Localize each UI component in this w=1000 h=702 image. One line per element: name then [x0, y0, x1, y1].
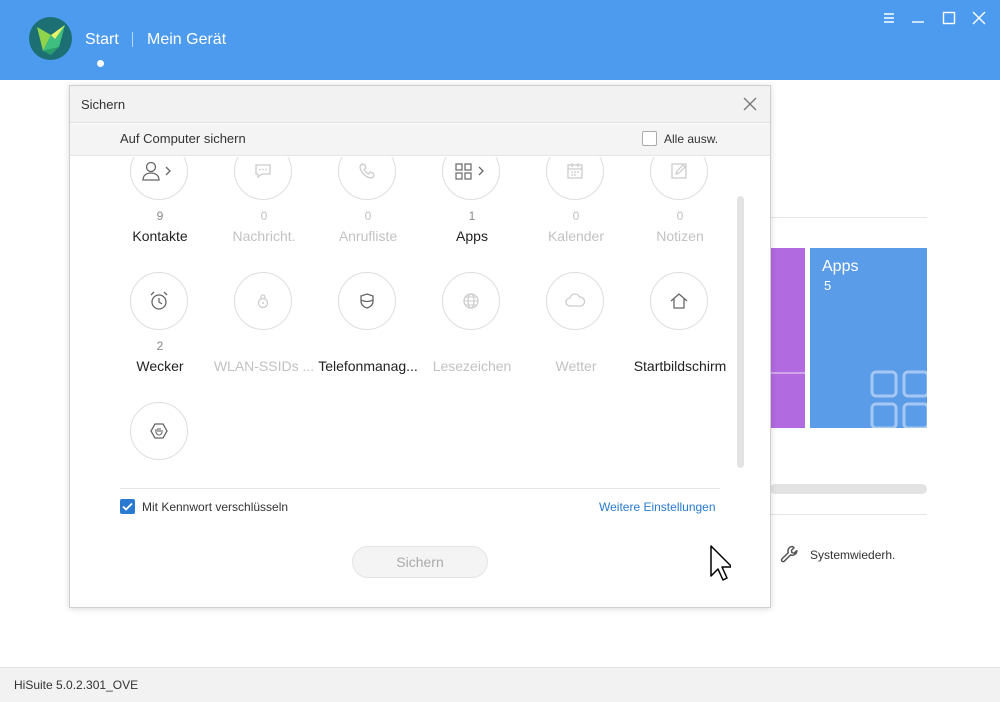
backup-items-grid: 9 Kontakte 0 Nachricht. 0 Anrufliste 1 A… — [70, 157, 770, 487]
maximize-icon[interactable] — [941, 10, 957, 26]
item-count: 0 — [260, 209, 268, 223]
system-restore-label: Systemwiederh. — [810, 547, 896, 562]
item-count: 1 — [468, 209, 476, 223]
hisuite-logo-icon — [29, 17, 72, 60]
globe-icon[interactable] — [442, 272, 500, 330]
dialog-title-bar: Sichern — [70, 86, 770, 123]
mouse-cursor-icon — [710, 545, 731, 581]
storage-progress-bar — [770, 484, 927, 494]
nav-divider — [132, 32, 133, 47]
item-label: Anrufliste — [338, 228, 398, 244]
close-icon[interactable] — [971, 10, 987, 26]
notes-icon[interactable] — [650, 157, 708, 200]
item-count: 2 — [156, 339, 164, 353]
nav-tab-start[interactable]: Start — [85, 31, 119, 49]
messages-icon[interactable] — [234, 157, 292, 200]
tile-divider — [770, 372, 805, 374]
item-count: 0 — [364, 209, 372, 223]
backup-item-call-log[interactable]: 0 Anrufliste — [316, 157, 420, 252]
phone-icon[interactable] — [338, 157, 396, 200]
item-label: Wecker — [136, 358, 184, 374]
item-count: 0 — [676, 209, 684, 223]
backup-item-apps[interactable]: 1 Apps — [420, 157, 524, 252]
menu-icon[interactable] — [881, 10, 897, 26]
title-bar: Start Mein Gerät — [0, 0, 1000, 80]
select-all-label: Alle ausw. — [664, 131, 719, 146]
apps-tile-count: 5 — [824, 278, 832, 293]
apps-tile[interactable]: Apps 5 — [810, 248, 930, 430]
cloud-icon[interactable] — [546, 272, 604, 330]
checkbox-checked[interactable] — [120, 499, 135, 514]
divider — [770, 514, 927, 515]
backup-item-other[interactable] — [108, 402, 212, 487]
item-label: Telefonmanag... — [318, 358, 418, 374]
backup-item-home-screen[interactable]: Startbildschirm — [628, 272, 732, 382]
divider — [770, 217, 927, 218]
divider — [120, 488, 720, 489]
dialog-close-icon[interactable] — [743, 97, 757, 111]
backup-item-phone-manager[interactable]: Telefonmanag... — [316, 272, 420, 382]
status-bar: HiSuite 5.0.2.301_OVE — [0, 667, 1000, 702]
select-all-checkbox[interactable]: Alle ausw. — [642, 131, 718, 146]
select-all-box[interactable] — [642, 131, 657, 146]
active-tab-indicator — [97, 60, 104, 67]
item-label: Startbildschirm — [633, 358, 727, 374]
backup-item-weather[interactable]: Wetter — [524, 272, 628, 382]
backup-item-bookmarks[interactable]: Lesezeichen — [420, 272, 524, 382]
item-label: Kontakte — [132, 228, 188, 244]
backup-item-calendar[interactable]: 0 Kalender — [524, 157, 628, 252]
item-label: WLAN-SSIDs ... — [213, 358, 315, 374]
encrypt-with-password-checkbox[interactable]: Mit Kennwort verschlüsseln — [120, 499, 288, 514]
item-label: Lesezeichen — [432, 358, 512, 374]
backup-item-notes[interactable]: 0 Notizen — [628, 157, 732, 252]
dialog-subheader: Auf Computer sichern Alle ausw. — [70, 124, 770, 156]
alarm-icon[interactable] — [130, 272, 188, 330]
apps-grid-icon — [870, 370, 930, 430]
backup-item-messages[interactable]: 0 Nachricht. — [212, 157, 316, 252]
item-label: Notizen — [656, 228, 704, 244]
purple-tile[interactable] — [770, 248, 805, 428]
backup-dialog: Sichern Auf Computer sichern Alle ausw. … — [69, 85, 771, 608]
backup-item-alarm[interactable]: 2 Wecker — [108, 272, 212, 382]
item-count: 9 — [156, 209, 164, 223]
checkmark-icon — [122, 502, 133, 511]
more-settings-link[interactable]: Weitere Einstellungen — [599, 500, 716, 514]
item-label: Nachricht. — [232, 228, 296, 244]
item-label: Wetter — [555, 358, 597, 374]
calendar-icon[interactable] — [546, 157, 604, 200]
item-count: 0 — [572, 209, 580, 223]
home-icon[interactable] — [650, 272, 708, 330]
minimize-icon[interactable] — [910, 10, 926, 26]
version-text: HiSuite 5.0.2.301_OVE — [14, 678, 139, 692]
nav-tab-my-device[interactable]: Mein Gerät — [147, 31, 226, 49]
backup-item-wlan-ssids[interactable]: WLAN-SSIDs ... — [212, 272, 316, 382]
backup-button[interactable]: Sichern — [352, 546, 488, 578]
system-restore-button[interactable]: Systemwiederh. — [779, 544, 895, 565]
encrypt-label: Mit Kennwort verschlüsseln — [142, 499, 289, 514]
wlan-lock-icon[interactable] — [234, 272, 292, 330]
backup-to-computer-label: Auf Computer sichern — [120, 131, 246, 146]
backup-item-contacts[interactable]: 9 Kontakte — [108, 157, 212, 252]
items-scrollbar[interactable] — [737, 196, 744, 468]
shield-icon[interactable] — [338, 272, 396, 330]
contacts-icon[interactable] — [130, 157, 188, 200]
item-label: Apps — [456, 228, 488, 244]
wrench-icon — [780, 545, 798, 563]
item-label: Kalender — [547, 228, 605, 244]
hexagon-icon[interactable] — [130, 402, 188, 460]
dialog-title: Sichern — [81, 97, 126, 112]
apps-icon[interactable] — [442, 157, 500, 200]
apps-tile-label: Apps — [822, 258, 859, 275]
